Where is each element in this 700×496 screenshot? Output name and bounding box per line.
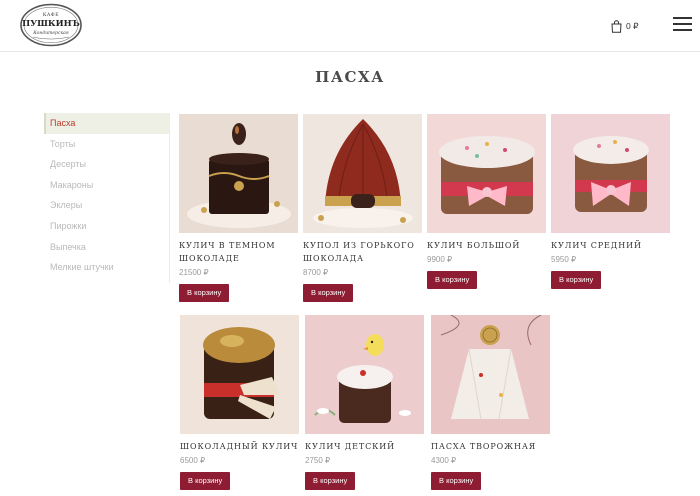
- product-price: 4300 ₽: [431, 456, 457, 465]
- sidebar-item-eclairs[interactable]: Эклеры: [44, 195, 169, 216]
- product-card: Кулич средний 5950 ₽ В корзину: [551, 114, 670, 289]
- product-image[interactable]: [303, 114, 422, 233]
- sidebar-item-pastry[interactable]: Выпечка: [44, 237, 169, 258]
- product-card: Кулич в темном шоколаде 21500 ₽ В корзин…: [179, 114, 298, 302]
- product-image[interactable]: [179, 114, 298, 233]
- cafe-pushkin-logo[interactable]: КАФЕ ПУШКИНЪ Кондитерская: [19, 2, 83, 48]
- product-price: 2750 ₽: [305, 456, 331, 465]
- product-image[interactable]: [305, 315, 424, 434]
- product-price: 6500 ₽: [180, 456, 206, 465]
- product-name[interactable]: Кулич детский: [305, 440, 424, 453]
- product-image[interactable]: [427, 114, 546, 233]
- add-to-cart-button[interactable]: В корзину: [180, 472, 231, 490]
- sidebar-item-macarons[interactable]: Макароны: [44, 175, 169, 196]
- hamburger-menu-icon[interactable]: [673, 16, 692, 32]
- cart-total: 0 ₽: [626, 20, 639, 31]
- add-to-cart-button[interactable]: В корзину: [305, 472, 356, 490]
- svg-text:Кондитерская: Кондитерская: [32, 30, 69, 36]
- product-card: Пасха творожная 4300 ₽ В корзину: [431, 315, 550, 490]
- site-header: КАФЕ ПУШКИНЪ Кондитерская 0 ₽: [0, 0, 700, 52]
- category-sidebar: Пасха Торты Десерты Макароны Эклеры Пиро…: [44, 113, 170, 283]
- sidebar-item-cakes[interactable]: Торты: [44, 134, 169, 155]
- product-price: 8700 ₽: [303, 268, 329, 277]
- sidebar-item-small-treats[interactable]: Мелкие штучки: [44, 257, 169, 278]
- cart-button[interactable]: 0 ₽: [611, 18, 639, 34]
- product-name[interactable]: Кулич большой: [427, 239, 546, 252]
- sidebar-item-desserts[interactable]: Десерты: [44, 154, 169, 175]
- product-card: Кулич детский 2750 ₽ В корзину: [305, 315, 424, 490]
- product-image[interactable]: [431, 315, 550, 434]
- add-to-cart-button[interactable]: В корзину: [427, 271, 478, 289]
- sidebar-item-pies[interactable]: Пирожки: [44, 216, 169, 237]
- sidebar-item-easter[interactable]: Пасха: [44, 113, 169, 134]
- product-price: 5950 ₽: [551, 255, 577, 264]
- product-name[interactable]: Шоколадный кулич: [180, 440, 299, 453]
- add-to-cart-button[interactable]: В корзину: [179, 284, 230, 302]
- product-price: 9900 ₽: [427, 255, 453, 264]
- product-card: Купол из горького шоколада 8700 ₽ В корз…: [303, 114, 422, 302]
- svg-text:ПУШКИНЪ: ПУШКИНЪ: [22, 19, 80, 29]
- page-title: ПАСХА: [315, 68, 385, 86]
- add-to-cart-button[interactable]: В корзину: [551, 271, 602, 289]
- add-to-cart-button[interactable]: В корзину: [431, 472, 482, 490]
- svg-text:КАФЕ: КАФЕ: [43, 12, 59, 18]
- product-price: 21500 ₽: [179, 268, 209, 277]
- product-image[interactable]: [551, 114, 670, 233]
- product-name[interactable]: Пасха творожная: [431, 440, 550, 453]
- product-card: Кулич большой 9900 ₽ В корзину: [427, 114, 546, 289]
- add-to-cart-button[interactable]: В корзину: [303, 284, 354, 302]
- product-card: Шоколадный кулич 6500 ₽ В корзину: [180, 315, 299, 490]
- product-name[interactable]: Кулич средний: [551, 239, 670, 252]
- product-name[interactable]: Кулич в темном шоколаде: [179, 239, 298, 265]
- shopping-bag-icon: [611, 19, 622, 33]
- product-image[interactable]: [180, 315, 299, 434]
- product-name[interactable]: Купол из горького шоколада: [303, 239, 422, 265]
